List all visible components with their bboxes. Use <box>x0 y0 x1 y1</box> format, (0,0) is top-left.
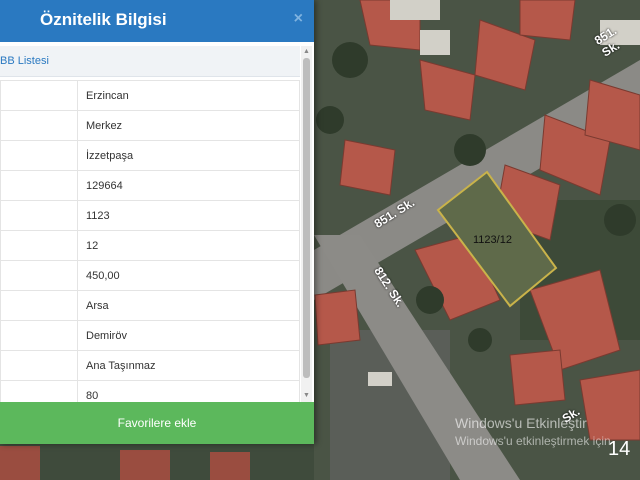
table-row: Arsa <box>0 290 300 321</box>
page-number: 14 <box>608 438 631 460</box>
row-value-cell: İzzetpaşa <box>77 140 300 171</box>
panel-header: Öznitelik Bilgisi × <box>0 0 314 42</box>
row-key-cell <box>0 320 78 351</box>
row-key-cell <box>0 350 78 381</box>
scroll-down-icon[interactable]: ▼ <box>303 392 310 399</box>
row-key-cell <box>0 110 78 141</box>
table-row: 129664 <box>0 170 300 201</box>
table-row: Merkez <box>0 110 300 141</box>
attribute-panel: Öznitelik Bilgisi × BB Listesi Erzincan M… <box>0 0 314 444</box>
scrollbar-thumb[interactable] <box>303 58 310 378</box>
table-row: 1123 <box>0 200 300 231</box>
table-row: Erzincan <box>0 80 300 111</box>
row-value-cell: Erzincan <box>77 80 300 111</box>
table-row: 80 <box>0 380 300 402</box>
windows-activation-subtitle: Windows'u etkinleştirmek için <box>455 434 611 448</box>
row-value-cell: Merkez <box>77 110 300 141</box>
table-row: 12 <box>0 230 300 261</box>
table-row: İzzetpaşa <box>0 140 300 171</box>
row-value-cell: Arsa <box>77 290 300 321</box>
row-value-cell: Ana Taşınmaz <box>77 350 300 381</box>
row-key-cell <box>0 140 78 171</box>
attribute-table: Erzincan Merkez İzzetpaşa 129664 1123 12 450,0… <box>0 80 300 402</box>
row-key-cell <box>0 200 78 231</box>
row-key-cell <box>0 380 78 402</box>
row-key-cell <box>0 260 78 291</box>
row-key-cell <box>0 80 78 111</box>
row-key-cell <box>0 230 78 261</box>
row-value-cell: 1123 <box>77 200 300 231</box>
section-header[interactable]: BB Listesi <box>0 46 300 77</box>
add-to-favorites-button[interactable]: Favorilere ekle <box>0 402 314 444</box>
row-value-cell: 450,00 <box>77 260 300 291</box>
section-title: BB Listesi <box>0 55 49 67</box>
row-key-cell <box>0 290 78 321</box>
table-row: 450,00 <box>0 260 300 291</box>
row-value-cell: Demiröv <box>77 320 300 351</box>
parcel-label: 1123/12 <box>473 234 512 246</box>
row-value-cell: 129664 <box>77 170 300 201</box>
scroll-up-icon[interactable]: ▲ <box>303 48 310 55</box>
row-value-cell: 80 <box>77 380 300 402</box>
table-row: Demiröv <box>0 320 300 351</box>
close-icon[interactable]: × <box>294 10 303 28</box>
row-value-cell: 12 <box>77 230 300 261</box>
table-row: Ana Taşınmaz <box>0 350 300 381</box>
row-key-cell <box>0 170 78 201</box>
windows-activation-title: Windows'u Etkinleştir <box>455 415 587 431</box>
panel-title: Öznitelik Bilgisi <box>40 10 167 29</box>
